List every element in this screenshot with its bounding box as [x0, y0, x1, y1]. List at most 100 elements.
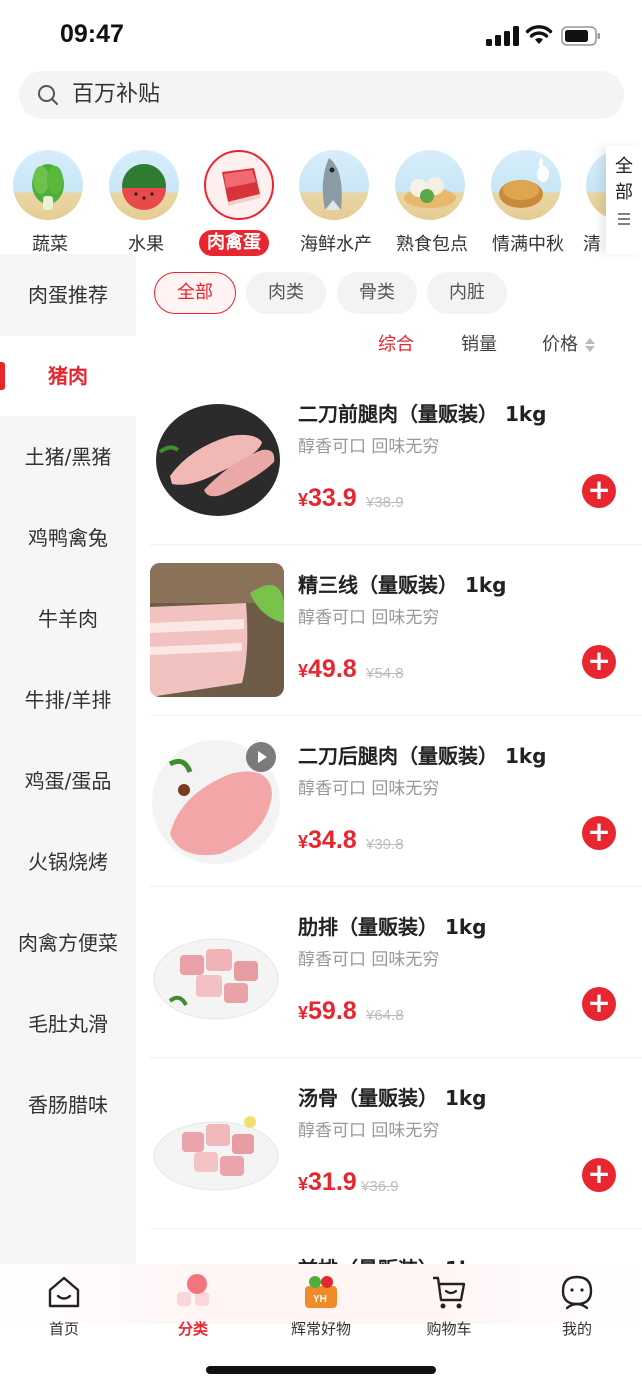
sort-overall[interactable]: 综合	[378, 330, 414, 356]
filter-chips: 全部 肉类 骨类 内脏	[150, 270, 630, 316]
expand-icon	[618, 213, 630, 225]
sidebar-item-hotpot[interactable]: 火锅烧烤	[0, 822, 136, 902]
sidebar-item-steak[interactable]: 牛排/羊排	[0, 660, 136, 740]
product-desc: 醇香可口 回味无穷	[298, 437, 440, 457]
tab-label: 我的	[561, 1320, 592, 1338]
tab-cart[interactable]: 购物车	[394, 1274, 504, 1344]
status-time: 09:47	[60, 20, 124, 48]
sidebar-item-native-pork[interactable]: 土猪/黑猪	[0, 417, 136, 497]
product-card[interactable]: 汤骨（量贩装） 1kg 醇香可口 回味无穷 ¥31.9 ¥36.9 +	[150, 1058, 642, 1229]
tab-mine[interactable]: 我的	[522, 1274, 632, 1344]
product-desc: 醇香可口 回味无穷	[298, 1121, 440, 1141]
chip-bone[interactable]: 骨类	[337, 272, 417, 314]
product-desc: 醇香可口 回味无穷	[298, 950, 440, 970]
sidebar-item-eggs[interactable]: 鸡蛋/蛋品	[0, 741, 136, 821]
product-old-price: ¥36.9	[361, 1178, 399, 1195]
home-indicator[interactable]	[206, 1366, 436, 1374]
category-meat[interactable]: 肉禽蛋	[193, 150, 283, 256]
product-title: 精三线（量贩装） 1kg	[298, 573, 507, 597]
meat-icon	[204, 150, 274, 220]
search-icon	[38, 85, 58, 105]
product-image	[150, 1076, 284, 1210]
product-old-price: ¥38.9	[366, 494, 404, 511]
product-card[interactable]: 肋排（量贩装） 1kg 醇香可口 回味无穷 ¥59.8 ¥64.8 +	[150, 887, 642, 1058]
product-title: 汤骨（量贩装） 1kg	[298, 1086, 487, 1110]
product-title: 二刀前腿肉（量贩装） 1kg	[298, 402, 547, 426]
category-label: 肉禽蛋	[199, 230, 269, 256]
watermelon-icon	[109, 150, 179, 220]
category-mid-autumn[interactable]: 情满中秋	[480, 150, 570, 255]
featured-basket-icon: YH	[305, 1276, 337, 1308]
tab-category[interactable]: 分类	[138, 1274, 248, 1344]
svg-text:YH: YH	[313, 1294, 327, 1305]
product-card[interactable]: 二刀前腿肉（量贩装） 1kg 醇香可口 回味无穷 ¥33.9 ¥38.9 +	[150, 374, 642, 545]
sidebar-item-poultry[interactable]: 鸡鸭禽兔	[0, 498, 136, 578]
search-bar[interactable]: 百万补贴	[19, 71, 624, 119]
product-price: ¥31.9	[298, 1168, 357, 1196]
sort-arrows-icon	[584, 338, 595, 352]
tab-featured[interactable]: YH 辉常好物	[266, 1274, 376, 1344]
product-price: ¥59.8	[298, 997, 357, 1025]
category-icon	[177, 1274, 209, 1306]
dumpling-icon	[395, 150, 465, 220]
product-price: ¥34.8	[298, 826, 357, 854]
chip-all[interactable]: 全部	[154, 272, 236, 314]
tab-label: 分类	[177, 1320, 208, 1338]
all-label-line2: 部	[615, 182, 633, 203]
product-title: 二刀后腿肉（量贩装） 1kg	[298, 744, 547, 768]
add-to-cart-button[interactable]: +	[582, 987, 616, 1021]
product-card[interactable]: 二刀后腿肉（量贩装） 1kg 醇香可口 回味无穷 ¥34.8 ¥39.8 +	[150, 716, 642, 887]
category-label: 海鲜水产	[300, 234, 372, 255]
product-desc: 醇香可口 回味无穷	[298, 608, 440, 628]
status-bar: 09:47	[0, 0, 642, 70]
sidebar-item-ready-meals[interactable]: 肉禽方便菜	[0, 903, 136, 983]
all-categories-button[interactable]: 全 部	[606, 146, 642, 254]
sort-sales[interactable]: 销量	[461, 330, 497, 356]
product-price: ¥33.9	[298, 484, 357, 512]
product-old-price: ¥54.8	[366, 665, 404, 682]
sidebar-item-beef-lamb[interactable]: 牛羊肉	[0, 579, 136, 659]
vegetable-icon	[13, 150, 83, 220]
fish-icon	[299, 150, 369, 220]
video-play-icon[interactable]	[246, 742, 276, 772]
product-card[interactable]: 精三线（量贩装） 1kg 醇香可口 回味无穷 ¥49.8 ¥54.8 +	[150, 545, 642, 716]
product-image	[150, 392, 284, 526]
category-label: 蔬菜	[32, 234, 68, 255]
product-price: ¥49.8	[298, 655, 357, 683]
product-image	[150, 563, 284, 697]
product-desc: 醇香可口 回味无穷	[298, 779, 440, 799]
sidebar-item-sausage[interactable]: 香肠腊味	[0, 1065, 136, 1145]
profile-icon	[561, 1275, 593, 1310]
category-label: 熟食包点	[396, 234, 468, 255]
product-old-price: ¥39.8	[366, 836, 404, 853]
category-label: 水果	[128, 234, 164, 255]
category-page: 09:47 百万补贴 蔬菜 水果 肉禽蛋 海鲜水产 熟食包点 情满中秋 清 全 …	[0, 0, 642, 1389]
category-vegetable[interactable]: 蔬菜	[2, 150, 92, 255]
tab-label: 首页	[48, 1320, 79, 1338]
sidebar-item-recommend[interactable]: 肉蛋推荐	[0, 255, 136, 335]
product-old-price: ¥64.8	[366, 1007, 404, 1024]
add-to-cart-button[interactable]: +	[582, 474, 616, 508]
category-fruit[interactable]: 水果	[98, 150, 188, 255]
battery-icon	[561, 26, 600, 46]
cellular-signal-icon	[486, 26, 519, 46]
add-to-cart-button[interactable]: +	[582, 1158, 616, 1192]
add-to-cart-button[interactable]: +	[582, 645, 616, 679]
chip-meat[interactable]: 肉类	[246, 272, 326, 314]
tab-home[interactable]: 首页	[9, 1274, 119, 1344]
add-to-cart-button[interactable]: +	[582, 816, 616, 850]
mooncake-icon	[491, 150, 561, 220]
cart-icon	[433, 1276, 466, 1309]
search-placeholder: 百万补贴	[72, 82, 161, 107]
category-deli[interactable]: 熟食包点	[384, 150, 474, 255]
sidebar-item-pork-active[interactable]: 猪肉	[0, 336, 136, 416]
sidebar-item-tripe[interactable]: 毛肚丸滑	[0, 984, 136, 1064]
wifi-icon	[525, 25, 553, 44]
all-label-line1: 全	[615, 156, 633, 177]
category-strip: 蔬菜 水果 肉禽蛋 海鲜水产 熟食包点 情满中秋 清 全 部	[0, 140, 642, 256]
chip-offal[interactable]: 内脏	[427, 272, 507, 314]
sort-price-label: 价格	[542, 334, 578, 355]
category-seafood[interactable]: 海鲜水产	[288, 150, 378, 255]
product-image	[150, 905, 284, 1039]
sort-price[interactable]: 价格	[542, 330, 596, 356]
